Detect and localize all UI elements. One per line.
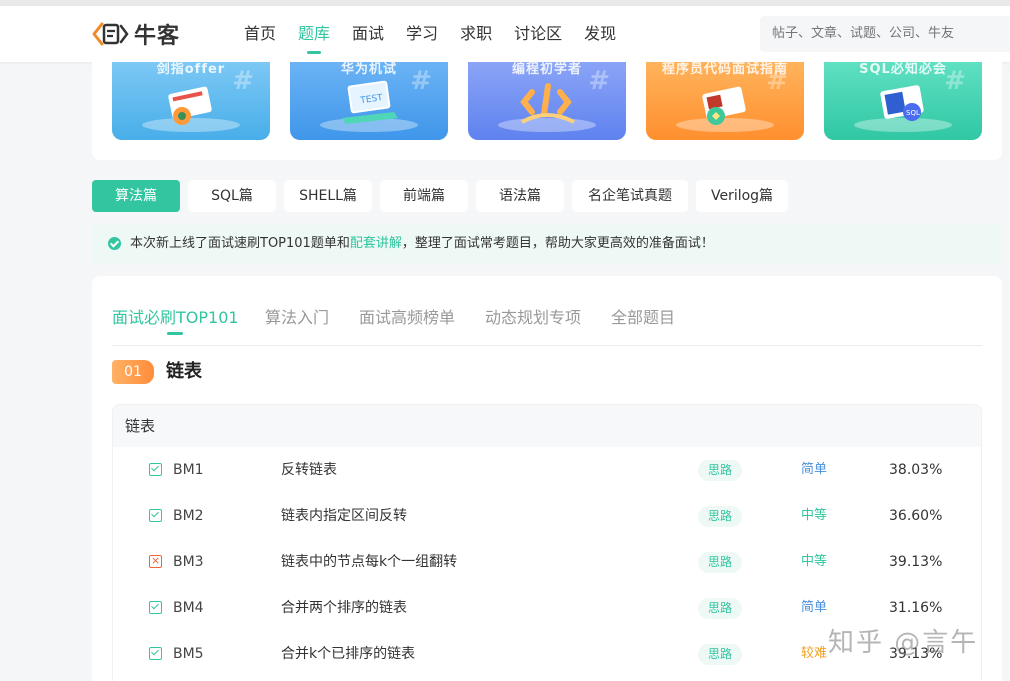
table-row[interactable]: BM1 反转链表 思路 简单 38.03% xyxy=(113,447,981,493)
pass-rate: 39.13% xyxy=(889,554,943,570)
question-id: BM2 xyxy=(173,508,204,524)
list-tabs: 面试必刷TOP101 算法入门 面试高频榜单 动态规划专项 全部题目 xyxy=(112,294,982,346)
question-title-link[interactable]: 合并k个已排序的链表 xyxy=(281,631,415,677)
solved-check-icon xyxy=(149,647,162,660)
search-input[interactable] xyxy=(760,16,1010,52)
main-nav: 首页 题库 面试 学习 求职 讨论区 发现 xyxy=(244,6,638,62)
notice-text-after: ，整理了面试常考题目，帮助大家更高效的准备面试！ xyxy=(401,236,714,251)
notice-banner: 本次新上线了面试速刷TOP101题单和配套讲解，整理了面试常考题目，帮助大家更高… xyxy=(92,224,1002,264)
banner-card-sql[interactable]: SQL必知必会 # SQL xyxy=(824,62,982,140)
hash-decoration-icon: # xyxy=(410,66,432,96)
tab-high-frequency[interactable]: 面试高频榜单 xyxy=(359,304,455,328)
question-id: BM5 xyxy=(173,646,204,662)
hash-decoration-icon: # xyxy=(232,66,254,96)
difficulty-label: 较难 xyxy=(801,646,828,661)
solution-tag-button[interactable]: 思路 xyxy=(698,598,743,619)
solution-tag-button[interactable]: 思路 xyxy=(698,644,743,665)
difficulty-label: 简单 xyxy=(801,462,828,477)
solution-tag-button[interactable]: 思路 xyxy=(698,460,743,481)
solved-check-icon xyxy=(149,601,162,614)
chip-frontend[interactable]: 前端篇 xyxy=(380,180,468,212)
banner-strip: 剑指offer # 华为机试 # TEST 编程初学者 # 程序员代码面试指南 … xyxy=(92,62,1002,160)
section-number-badge: 01 xyxy=(112,360,154,384)
question-title-link[interactable]: 合并两个排序的链表 xyxy=(281,585,407,631)
zhihu-watermark: 知乎 @言午 xyxy=(828,628,979,658)
check-circle-icon xyxy=(108,237,121,250)
chip-algorithm[interactable]: 算法篇 xyxy=(92,180,180,212)
question-id: BM3 xyxy=(173,554,204,570)
nav-discover[interactable]: 发现 xyxy=(584,6,616,62)
banner-card-beginner[interactable]: 编程初学者 # xyxy=(468,62,626,140)
attempted-error-icon xyxy=(149,555,162,568)
question-id: BM4 xyxy=(173,600,204,616)
nav-home[interactable]: 首页 xyxy=(244,6,276,62)
table-row[interactable]: BM2 链表内指定区间反转 思路 中等 36.60% xyxy=(113,493,981,539)
chip-verilog[interactable]: Verilog篇 xyxy=(696,180,788,212)
chip-syntax[interactable]: 语法篇 xyxy=(476,180,564,212)
table-row[interactable]: BM3 链表中的节点每k个一组翻转 思路 中等 39.13% xyxy=(113,539,981,585)
solved-check-icon xyxy=(149,509,162,522)
book-illustration-icon xyxy=(168,86,212,125)
question-id: BM1 xyxy=(173,462,204,478)
chip-sql[interactable]: SQL篇 xyxy=(188,180,276,212)
question-title-link[interactable]: 链表中的节点每k个一组翻转 xyxy=(281,539,457,585)
section-title: 链表 xyxy=(166,361,202,382)
question-panel: 面试必刷TOP101 算法入门 面试高频榜单 动态规划专项 全部题目 01 链表… xyxy=(92,276,1002,681)
nav-question-bank[interactable]: 题库 xyxy=(298,6,330,62)
hash-decoration-icon: # xyxy=(588,66,610,96)
nowcoder-logo-icon xyxy=(92,22,129,46)
logo-text: 牛客 xyxy=(134,24,181,49)
tab-all-questions[interactable]: 全部题目 xyxy=(611,304,675,328)
table-group-header: 链表 xyxy=(113,405,981,447)
chip-shell[interactable]: SHELL篇 xyxy=(284,180,372,212)
pass-rate: 36.60% xyxy=(889,508,943,524)
question-title-link[interactable]: 链表内指定区间反转 xyxy=(281,493,407,539)
tab-dynamic-programming[interactable]: 动态规划专项 xyxy=(485,304,581,328)
solution-tag-button[interactable]: 思路 xyxy=(698,552,743,573)
solved-check-icon xyxy=(149,463,162,476)
laptop-illustration-icon: TEST xyxy=(342,80,398,124)
nav-discussion[interactable]: 讨论区 xyxy=(514,6,562,62)
book-illustration-icon xyxy=(702,86,746,125)
banner-card-code-interview-guide[interactable]: 程序员代码面试指南 # xyxy=(646,62,804,140)
svg-text:SQL: SQL xyxy=(906,109,920,117)
chip-company-exams[interactable]: 名企笔试真题 xyxy=(572,180,688,212)
banner-card-jianzhi-offer[interactable]: 剑指offer # xyxy=(112,62,270,140)
site-header: 牛客 首页 题库 面试 学习 求职 讨论区 发现 xyxy=(0,6,1010,62)
notice-text-before: 本次新上线了面试速刷TOP101题单和 xyxy=(130,236,350,251)
site-logo[interactable]: 牛客 xyxy=(92,18,180,50)
hash-decoration-icon: # xyxy=(766,66,788,96)
sql-book-illustration-icon: SQL xyxy=(880,85,924,121)
nav-interview[interactable]: 面试 xyxy=(352,6,384,62)
pass-rate: 38.03% xyxy=(889,462,943,478)
difficulty-label: 中等 xyxy=(801,554,828,569)
solution-tag-button[interactable]: 思路 xyxy=(698,506,743,527)
question-title-link[interactable]: 反转链表 xyxy=(281,447,337,493)
tab-algorithm-intro[interactable]: 算法入门 xyxy=(265,304,329,328)
tab-top101[interactable]: 面试必刷TOP101 xyxy=(112,304,239,335)
code-brackets-illustration-icon xyxy=(520,83,575,124)
notice-link[interactable]: 配套讲解 xyxy=(350,236,402,251)
nav-jobs[interactable]: 求职 xyxy=(460,6,492,62)
banner-card-huawei[interactable]: 华为机试 # TEST xyxy=(290,62,448,140)
hash-decoration-icon: # xyxy=(944,66,966,96)
difficulty-label: 中等 xyxy=(801,508,828,523)
nav-learn[interactable]: 学习 xyxy=(406,6,438,62)
difficulty-label: 简单 xyxy=(801,600,828,615)
